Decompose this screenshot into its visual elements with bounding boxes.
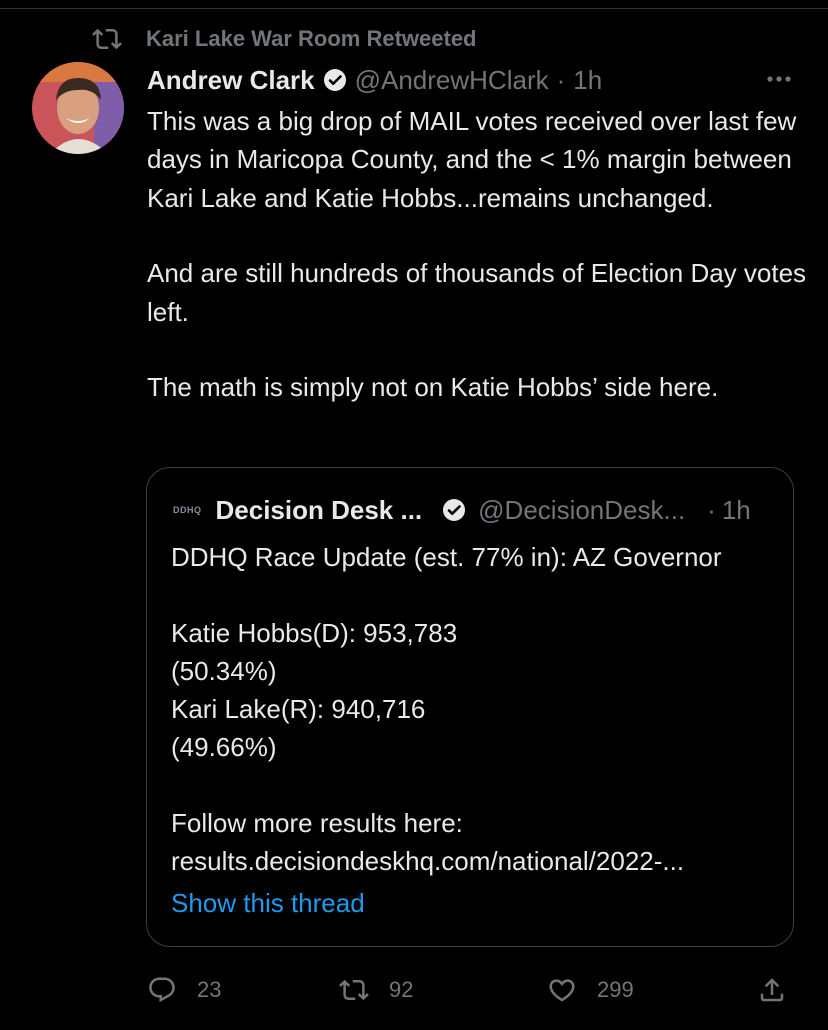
retweet-count: 92 xyxy=(389,977,414,1002)
retweet-banner-text: Kari Lake War Room Retweeted xyxy=(146,26,477,51)
verified-badge-icon xyxy=(442,498,466,522)
quoted-header-separator: · xyxy=(707,494,716,525)
quoted-line: (49.66%) xyxy=(171,732,277,762)
share-icon xyxy=(760,978,784,1002)
quoted-line: Follow more results here: xyxy=(171,808,463,838)
header-separator: · xyxy=(556,64,566,95)
reply-button[interactable]: 23 xyxy=(147,970,221,1010)
tweet-paragraph: And are still hundreds of thousands of E… xyxy=(147,258,807,327)
tweet-time[interactable]: 1h xyxy=(573,65,602,96)
quoted-line: DDHQ Race Update (est. 77% in): AZ Gover… xyxy=(171,542,722,572)
more-icon xyxy=(767,76,791,82)
quoted-tweet-time: 1h xyxy=(721,494,751,525)
quoted-line: Kari Lake(R): 940,716 xyxy=(171,694,426,724)
tweet-header: Andrew Clark @AndrewHClark · 1h xyxy=(147,60,796,100)
retweet-icon xyxy=(339,979,369,1001)
tweet-paragraph: The math is simply not on Katie Hobbs’ s… xyxy=(147,372,719,403)
author-avatar[interactable] xyxy=(32,62,124,154)
heart-icon xyxy=(549,979,575,1002)
author-name[interactable]: Andrew Clark xyxy=(147,65,315,96)
top-divider xyxy=(0,8,828,9)
quoted-tweet-header: DDHQ Decision Desk ... @DecisionDesk... … xyxy=(173,490,769,530)
quoted-author-name: Decision Desk ... xyxy=(215,494,423,525)
retweet-button[interactable]: 92 xyxy=(339,970,413,1010)
retweet-icon xyxy=(92,24,122,54)
quoted-tweet-card[interactable]: DDHQ Decision Desk ... @DecisionDesk... … xyxy=(146,467,794,947)
reply-count: 23 xyxy=(197,977,222,1002)
quoted-tweet-body: DDHQ Race Update (est. 77% in): AZ Gover… xyxy=(171,538,771,880)
quoted-link: results.decisiondeskhq.com/national/2022… xyxy=(171,846,685,876)
verified-badge-icon xyxy=(323,68,347,92)
quoted-line: Katie Hobbs(D): 953,783 xyxy=(171,618,458,648)
share-button[interactable] xyxy=(757,970,807,1010)
quoted-author-handle: @DecisionDesk... xyxy=(478,494,686,525)
quoted-line: (50.34%) xyxy=(171,656,277,686)
more-options-button[interactable] xyxy=(762,62,796,96)
show-thread-link[interactable]: Show this thread xyxy=(171,888,365,919)
ddhq-logo: DDHQ xyxy=(173,505,202,515)
like-button[interactable]: 299 xyxy=(547,970,634,1010)
reply-icon xyxy=(149,977,175,1003)
like-count: 299 xyxy=(597,977,634,1002)
tweet-body: This was a big drop of MAIL votes receiv… xyxy=(147,102,807,406)
retweet-banner[interactable]: Kari Lake War Room Retweeted xyxy=(92,24,477,54)
tweet-actions-bar: 23 92 299 xyxy=(147,970,796,1010)
tweet-paragraph: This was a big drop of MAIL votes receiv… xyxy=(147,106,797,213)
author-handle[interactable]: @AndrewHClark xyxy=(355,65,549,96)
